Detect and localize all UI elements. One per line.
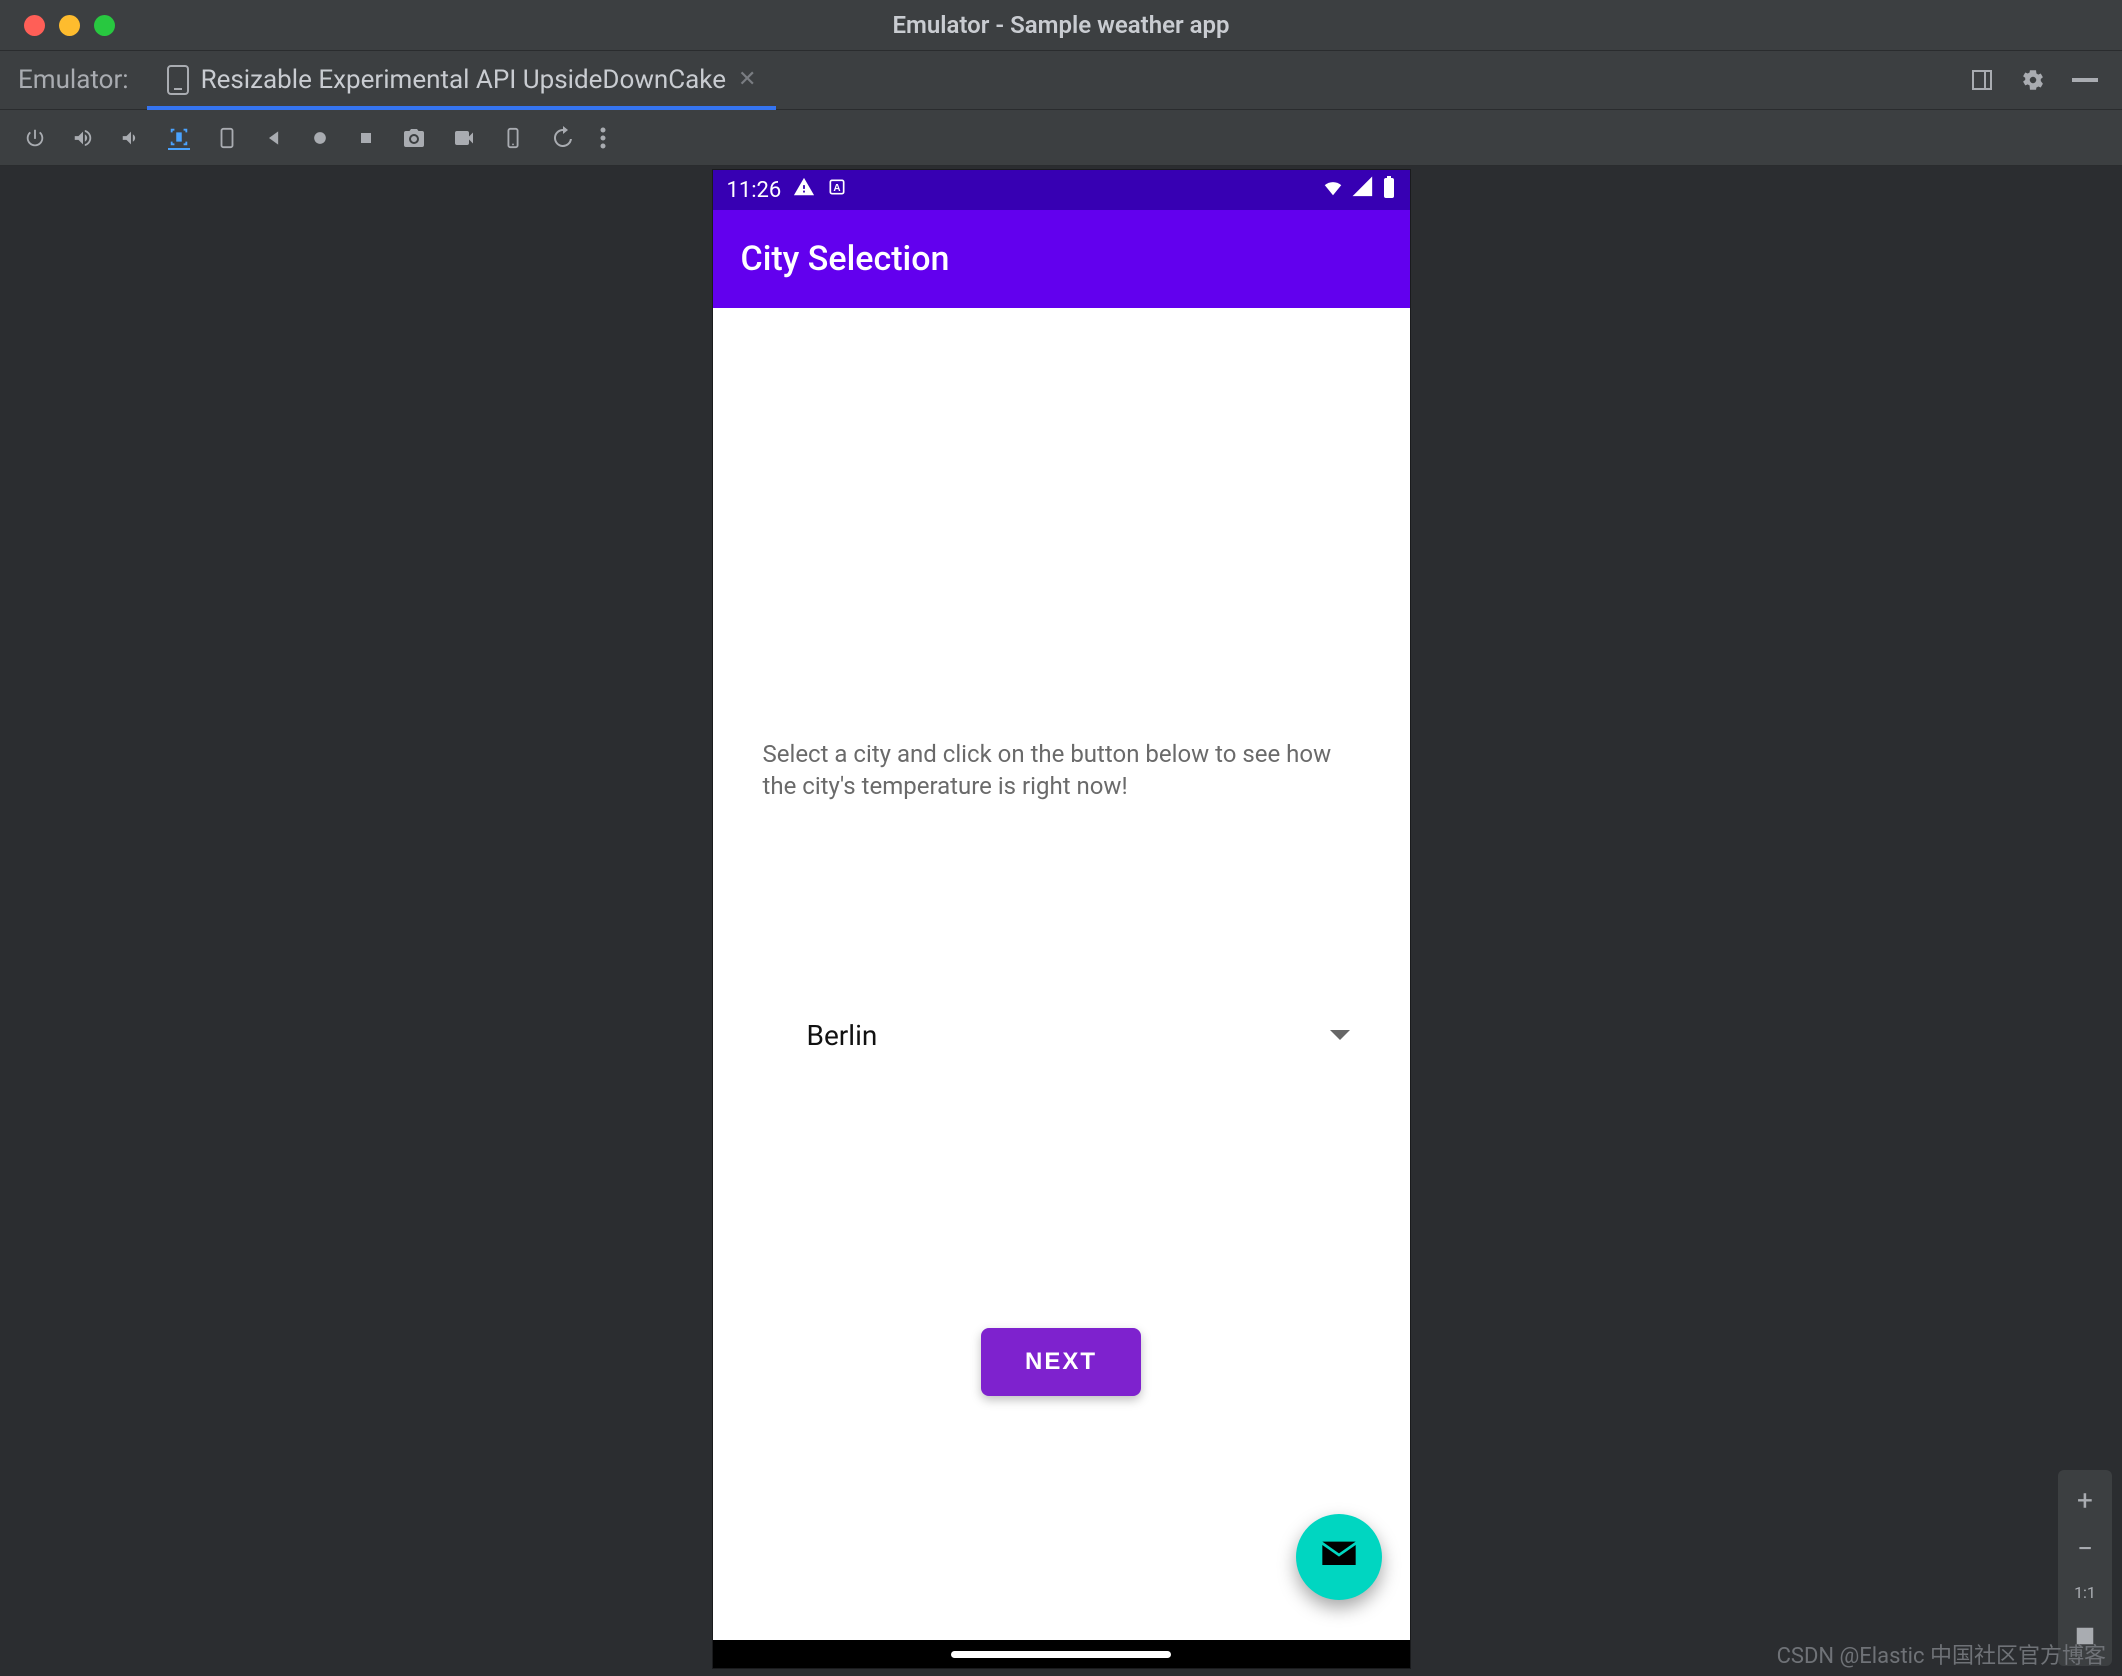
overview-icon[interactable]: [356, 128, 376, 148]
window-mode-icon[interactable]: [1970, 68, 1994, 92]
volume-down-icon[interactable]: [120, 127, 142, 149]
emulator-tab-label: Resizable Experimental API UpsideDownCak…: [201, 65, 726, 95]
app-bar: City Selection: [713, 210, 1410, 308]
zoom-in-button[interactable]: +: [2058, 1476, 2112, 1524]
city-select-value: Berlin: [807, 1019, 878, 1052]
app-bar-title: City Selection: [741, 239, 950, 279]
fab-mail-button[interactable]: [1296, 1514, 1382, 1600]
warning-icon: [793, 176, 815, 204]
screenshot-icon[interactable]: [402, 126, 426, 150]
rotate-right-icon[interactable]: [216, 127, 238, 149]
device-select-icon[interactable]: [502, 127, 524, 149]
watermark: CSDN @Elastic 中国社区官方博客: [1777, 1638, 2106, 1670]
app-content: Select a city and click on the button be…: [713, 308, 1410, 1640]
emulator-tab[interactable]: Resizable Experimental API UpsideDownCak…: [147, 51, 777, 109]
help-text: Select a city and click on the button be…: [763, 738, 1343, 803]
android-status-bar: 11:26 A: [713, 170, 1410, 210]
wifi-icon: [1322, 176, 1344, 204]
battery-icon: [1382, 176, 1396, 204]
record-icon[interactable]: [452, 126, 476, 150]
android-nav-bar[interactable]: [713, 1640, 1410, 1668]
window-titlebar: Emulator - Sample weather app: [0, 0, 2122, 50]
tabstrip-label: Emulator:: [0, 51, 147, 109]
gear-icon[interactable]: [2020, 67, 2046, 93]
window-zoom-button[interactable]: [94, 15, 115, 36]
zoom-reset-button[interactable]: 1:1: [2074, 1572, 2096, 1612]
power-icon[interactable]: [24, 127, 46, 149]
zoom-out-button[interactable]: −: [2058, 1524, 2112, 1572]
mail-icon: [1319, 1535, 1359, 1579]
rotate-left-icon[interactable]: [168, 126, 190, 150]
city-select-dropdown[interactable]: Berlin: [763, 1003, 1360, 1068]
volume-up-icon[interactable]: [72, 127, 94, 149]
home-icon[interactable]: [310, 128, 330, 148]
phone-frame: 11:26 A City Selection Select a city and…: [713, 170, 1410, 1668]
debug-icon: A: [827, 177, 847, 203]
close-icon[interactable]: ✕: [738, 69, 756, 91]
next-button[interactable]: NEXT: [981, 1328, 1141, 1396]
emulator-toolbar: [0, 110, 2122, 166]
window-close-button[interactable]: [24, 15, 45, 36]
window-minimize-button[interactable]: [59, 15, 80, 36]
window-title: Emulator - Sample weather app: [0, 11, 2122, 39]
more-icon[interactable]: [600, 127, 606, 149]
snapshots-icon[interactable]: [550, 126, 574, 150]
emulator-stage: 11:26 A City Selection Select a city and…: [0, 166, 2122, 1676]
svg-text:A: A: [834, 183, 841, 194]
emulator-tabstrip: Emulator: Resizable Experimental API Ups…: [0, 50, 2122, 110]
chevron-down-icon: [1330, 1030, 1350, 1040]
nav-pill: [951, 1651, 1171, 1658]
signal-icon: [1352, 176, 1374, 204]
zoom-panel: + − 1:1: [2058, 1470, 2112, 1666]
hide-panel-icon[interactable]: [2072, 78, 2098, 82]
device-icon: [167, 65, 189, 95]
status-time: 11:26: [727, 178, 782, 203]
back-icon[interactable]: [264, 128, 284, 148]
